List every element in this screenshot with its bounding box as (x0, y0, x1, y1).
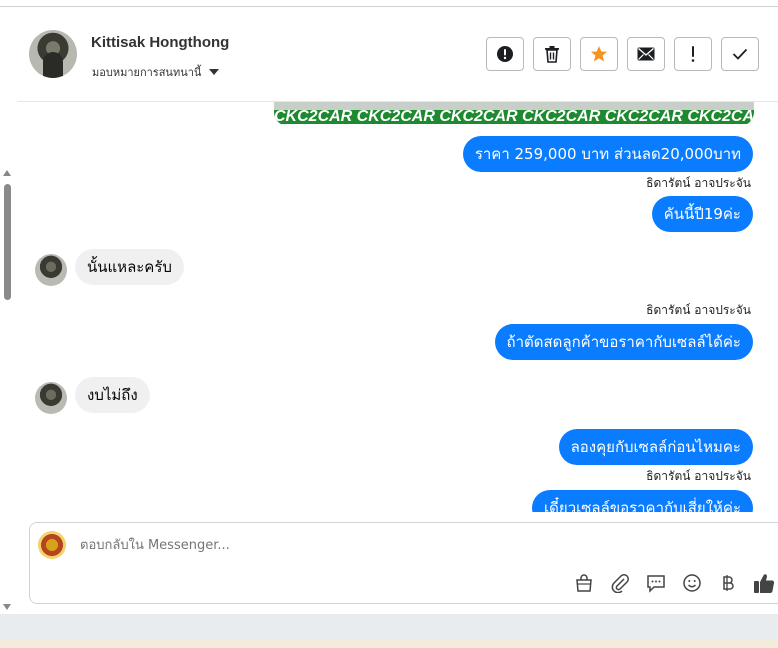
image-top-strip (274, 102, 754, 110)
bottom-highlight-strip (0, 640, 778, 648)
message-thread: CKC2CAR CKC2CAR CKC2CAR CKC2CAR CKC2CAR … (17, 102, 778, 512)
window-bottom-bar (0, 614, 778, 648)
message-outgoing[interactable]: ถ้าตัดสดลูกค้าขอราคากับเซลล์ได้ค่ะ (494, 324, 753, 360)
mark-done-button[interactable] (721, 37, 759, 71)
thumbs-up-icon[interactable] (753, 572, 775, 594)
contact-avatar-small (35, 254, 67, 286)
assign-conversation-label: มอบหมายการสนทนานี้ (92, 66, 202, 79)
mark-spam-button[interactable] (486, 37, 524, 71)
exclamation-circle-icon (497, 46, 513, 62)
sender-name: ธิดารัตน์ อาจประจัน (646, 176, 751, 190)
composer-actions (573, 572, 775, 594)
page-avatar (38, 531, 66, 559)
image-banner-text: CKC2CAR CKC2CAR CKC2CAR CKC2CAR CKC2CAR … (274, 110, 754, 124)
mark-unread-button[interactable] (627, 37, 665, 71)
message-outgoing[interactable]: คันนี้ปี19ค่ะ (651, 196, 753, 232)
baht-icon[interactable] (717, 572, 739, 594)
conversation-toolbar (486, 37, 759, 71)
shared-image-attachment[interactable]: CKC2CAR CKC2CAR CKC2CAR CKC2CAR CKC2CAR … (274, 102, 754, 126)
star-icon (591, 46, 607, 62)
envelope-icon (637, 47, 655, 61)
trash-icon (545, 46, 559, 63)
paperclip-icon[interactable] (609, 572, 631, 594)
saved-reply-icon[interactable] (645, 572, 667, 594)
reply-composer (29, 522, 778, 604)
emoji-icon[interactable] (681, 572, 703, 594)
scroll-down-arrow-icon[interactable] (3, 604, 11, 610)
reply-input[interactable] (78, 537, 482, 554)
scroll-up-arrow-icon[interactable] (3, 170, 11, 176)
delete-button[interactable] (533, 37, 571, 71)
window-top-border (0, 0, 778, 7)
caret-down-icon (209, 69, 220, 75)
exclamation-icon (691, 46, 695, 62)
message-incoming[interactable]: งบไม่ถึง (75, 377, 150, 413)
shopping-bag-icon[interactable] (573, 572, 595, 594)
scrollbar-thumb[interactable] (4, 184, 11, 300)
contact-name[interactable]: Kittisak Hongthong (91, 34, 229, 51)
follow-up-button[interactable] (674, 37, 712, 71)
sender-name: ธิดารัตน์ อาจประจัน (646, 303, 751, 317)
message-outgoing[interactable]: เดี๋ยวเซลล์ขอราคากับเสี่ยให้ค่ะ (532, 490, 753, 512)
message-incoming[interactable]: นั้นแหละครับ (75, 249, 184, 285)
conversation-header: Kittisak Hongthong มอบหมายการสนทนานี้ (17, 7, 778, 102)
message-outgoing[interactable]: ราคา 259,000 บาท ส่วนลด20,000บาท (462, 136, 753, 172)
star-button[interactable] (580, 37, 618, 71)
message-outgoing[interactable]: ลองคุยกับเซลล์ก่อนไหมคะ (558, 429, 753, 465)
assign-conversation-dropdown[interactable]: มอบหมายการสนทนานี้ (92, 63, 220, 81)
contact-avatar-small (35, 382, 67, 414)
check-icon (732, 48, 748, 60)
sender-name: ธิดารัตน์ อาจประจัน (646, 469, 751, 483)
contact-avatar[interactable] (29, 30, 77, 78)
